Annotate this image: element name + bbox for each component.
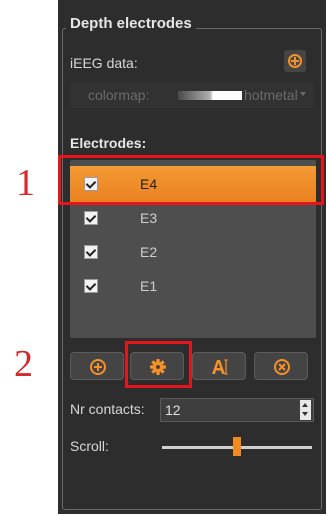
nr-contacts-label: Nr contacts: [70, 401, 145, 417]
plus-circle-icon [90, 359, 106, 375]
electrode-name: E1 [140, 278, 158, 294]
add-electrode-button[interactable] [70, 352, 124, 380]
depth-electrodes-panel: Depth electrodes iEEG data: colormap: ho… [58, 0, 326, 514]
colormap-dropdown[interactable]: colormap: hotmetal [70, 82, 314, 108]
stepper-buttons[interactable] [300, 400, 311, 420]
scroll-slider-handle[interactable] [233, 437, 241, 456]
add-ieeg-button[interactable] [284, 50, 306, 72]
nr-contacts-value: 12 [165, 402, 181, 418]
rename-electrode-button[interactable] [192, 352, 246, 380]
annotation-number-one: 1 [16, 162, 35, 204]
group-title: Depth electrodes [66, 14, 196, 34]
colormap-value: hotmetal [244, 87, 298, 103]
highlight-box-electrode [58, 155, 324, 205]
electrodes-label: Electrodes: [70, 135, 147, 151]
text-cursor-icon [212, 359, 228, 375]
list-item[interactable]: E2 [70, 234, 316, 270]
scroll-label: Scroll: [70, 438, 109, 454]
electrode-name: E3 [140, 210, 158, 226]
checkbox[interactable] [84, 279, 98, 293]
list-item[interactable]: E1 [70, 268, 316, 304]
chevron-down-icon[interactable] [302, 412, 308, 416]
list-item[interactable]: E3 [70, 200, 316, 236]
chevron-up-icon[interactable] [302, 403, 308, 407]
annotation-number-two: 2 [14, 343, 33, 385]
x-circle-icon [274, 359, 290, 375]
chevron-down-icon [300, 92, 306, 96]
remove-electrode-button[interactable] [254, 352, 308, 380]
checkbox[interactable] [84, 245, 98, 259]
checkbox[interactable] [84, 211, 98, 225]
colormap-label: colormap: [88, 87, 150, 103]
ieeg-data-label: iEEG data: [70, 55, 138, 71]
plus-circle-icon [288, 54, 302, 68]
nr-contacts-stepper[interactable]: 12 [160, 398, 314, 422]
colormap-gradient-swatch [178, 91, 242, 100]
highlight-box-settings [125, 341, 192, 388]
electrode-name: E2 [140, 244, 158, 260]
